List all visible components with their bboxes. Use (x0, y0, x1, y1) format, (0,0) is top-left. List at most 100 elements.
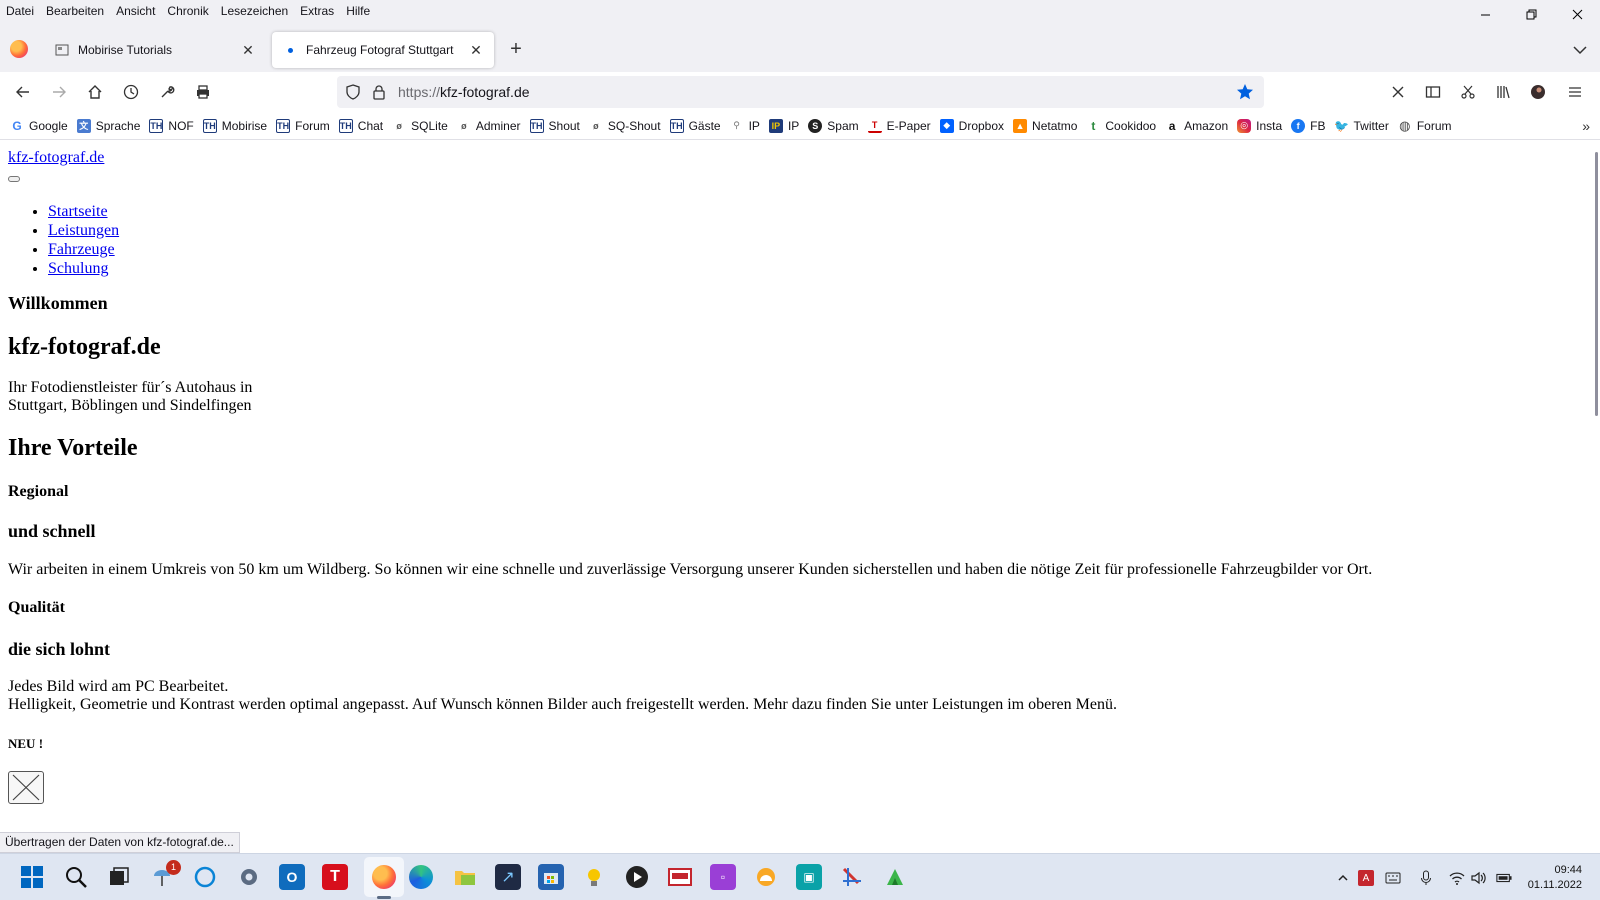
chevron-up-icon[interactable] (1335, 870, 1351, 886)
tab-close-button[interactable]: ✕ (468, 42, 484, 58)
snipping-tool-icon[interactable] (839, 864, 865, 890)
file-explorer-icon[interactable] (452, 864, 478, 890)
settings-icon[interactable] (236, 864, 262, 890)
forward-button[interactable] (47, 80, 71, 104)
print-button[interactable] (191, 80, 215, 104)
menu-lesezeichen[interactable]: Lesezeichen (215, 1, 294, 21)
bookmark-sprache[interactable]: 文 Sprache (76, 118, 140, 133)
weather-sun-icon[interactable] (753, 864, 779, 890)
th-icon: TH (669, 118, 684, 133)
bookmark-spam[interactable]: S Spam (808, 118, 859, 133)
t-online-icon[interactable]: T (322, 864, 348, 890)
facebook-icon: f (1291, 118, 1306, 133)
cortana-icon[interactable] (192, 864, 218, 890)
new-tab-button[interactable]: + (504, 38, 528, 62)
teamviewer-icon[interactable]: ▣ (796, 864, 822, 890)
task-view-icon (110, 867, 129, 885)
green-app-icon[interactable] (882, 864, 908, 890)
bookmark-twitter[interactable]: 🐦 Twitter (1334, 119, 1389, 133)
quality-heading: Qualität (8, 599, 65, 616)
tab-fahrzeug-fotograf[interactable]: Fahrzeug Fotograf Stuttgart ✕ (272, 32, 494, 68)
bookmark-chat[interactable]: TH Chat (338, 118, 383, 133)
bookmark-star-icon[interactable] (1236, 83, 1254, 101)
bookmark-fb[interactable]: f FB (1291, 118, 1325, 133)
library-button[interactable] (1491, 80, 1515, 104)
nav-link-fahrzeuge[interactable]: Fahrzeuge (48, 241, 115, 258)
account-button[interactable] (1526, 80, 1550, 104)
bookmark-nof[interactable]: TH NOF (149, 118, 194, 133)
keyboard-icon[interactable] (1385, 870, 1401, 886)
tab-close-button[interactable]: ✕ (240, 42, 256, 58)
edge-icon[interactable] (408, 864, 434, 890)
page-scrollbar[interactable] (1595, 152, 1598, 416)
firefox-taskbar-icon[interactable] (371, 864, 397, 890)
tab-mobirise-tutorials[interactable]: Mobirise Tutorials ✕ (44, 32, 266, 68)
bookmark-adminer[interactable]: ø Adminer (457, 119, 520, 133)
bookmark-e-paper[interactable]: T E-Paper (867, 119, 931, 133)
firefox-logo-icon[interactable] (10, 40, 28, 58)
list-all-tabs-button[interactable] (1570, 40, 1590, 60)
lightbulb-icon[interactable] (581, 864, 607, 890)
url-text[interactable]: https://kfz-fotograf.de (398, 84, 530, 100)
menu-datei[interactable]: Datei (0, 1, 40, 21)
url-bar[interactable]: https://kfz-fotograf.de (337, 76, 1264, 108)
site-brand-link[interactable]: kfz-fotograf.de (8, 149, 104, 167)
acrobat-tray-icon[interactable]: A (1358, 870, 1374, 886)
bookmark-dropbox[interactable]: ◆ Dropbox (939, 118, 1004, 133)
bookmark-sqlite[interactable]: ø SQLite (392, 119, 447, 133)
app-arrow-icon[interactable]: ↗ (495, 864, 521, 890)
bookmark-ip-2[interactable]: IP IP (768, 118, 799, 133)
bookmark-ip-1[interactable]: ⚲ IP (730, 119, 760, 133)
history-button[interactable] (119, 80, 143, 104)
microphone-icon[interactable] (1418, 870, 1434, 886)
bookmark-forum-2[interactable]: ◍ Forum (1398, 118, 1451, 133)
printer-icon (197, 85, 209, 99)
screenshot-button[interactable] (1456, 80, 1480, 104)
menu-bearbeiten[interactable]: Bearbeiten (40, 1, 110, 21)
battery-icon[interactable] (1496, 870, 1512, 886)
presentation-icon[interactable] (667, 864, 693, 890)
home-button[interactable] (83, 80, 107, 104)
bookmark-shout[interactable]: TH Shout (529, 118, 580, 133)
broken-image-icon[interactable] (8, 771, 44, 804)
bookmark-insta[interactable]: ◎ Insta (1237, 118, 1282, 133)
start-button[interactable] (19, 864, 45, 890)
speaker-icon[interactable] (1471, 870, 1487, 886)
menu-chronik[interactable]: Chronik (161, 1, 214, 21)
th-icon: TH (529, 118, 544, 133)
bookmarks-overflow-button[interactable]: » (1582, 118, 1590, 134)
menu-toggle-button[interactable] (8, 176, 20, 182)
bookmark-netatmo[interactable]: ▲ Netatmo (1013, 118, 1077, 133)
menu-extras[interactable]: Extras (294, 1, 340, 21)
task-view-button[interactable] (106, 864, 132, 890)
wifi-icon[interactable] (1449, 870, 1465, 886)
app-menu-button[interactable] (1563, 80, 1587, 104)
th-icon: TH (276, 118, 291, 133)
regional-heading: Regional (8, 483, 69, 500)
sidebar-button[interactable] (1421, 80, 1445, 104)
taskbar-clock[interactable]: 09:44 01.11.2022 (1528, 863, 1582, 893)
outlook-icon[interactable]: O (279, 864, 305, 890)
back-button[interactable] (11, 80, 35, 104)
lock-icon[interactable] (371, 84, 387, 100)
bookmark-gaeste[interactable]: TH Gäste (669, 118, 721, 133)
tools-button[interactable] (155, 80, 179, 104)
nav-link-schulung[interactable]: Schulung (48, 260, 108, 277)
nav-link-startseite[interactable]: Startseite (48, 203, 108, 220)
bookmark-amazon[interactable]: a Amazon (1165, 119, 1228, 133)
stop-button[interactable] (1386, 80, 1410, 104)
menu-hilfe[interactable]: Hilfe (340, 1, 376, 21)
bookmark-google[interactable]: G Google (10, 119, 67, 133)
search-button[interactable] (63, 864, 89, 890)
bookmark-sq-shout[interactable]: ø SQ-Shout (589, 119, 660, 133)
onenote-icon[interactable]: ▫ (710, 864, 736, 890)
restore-icon (1526, 9, 1536, 19)
nav-link-leistungen[interactable]: Leistungen (48, 222, 119, 239)
shield-icon[interactable] (345, 84, 361, 100)
store-icon[interactable] (538, 864, 564, 890)
bookmark-mobirise[interactable]: TH Mobirise (202, 118, 267, 133)
media-player-icon[interactable] (624, 864, 650, 890)
menu-ansicht[interactable]: Ansicht (110, 1, 161, 21)
bookmark-cookidoo[interactable]: t Cookidoo (1086, 119, 1156, 133)
bookmark-forum[interactable]: TH Forum (276, 118, 330, 133)
